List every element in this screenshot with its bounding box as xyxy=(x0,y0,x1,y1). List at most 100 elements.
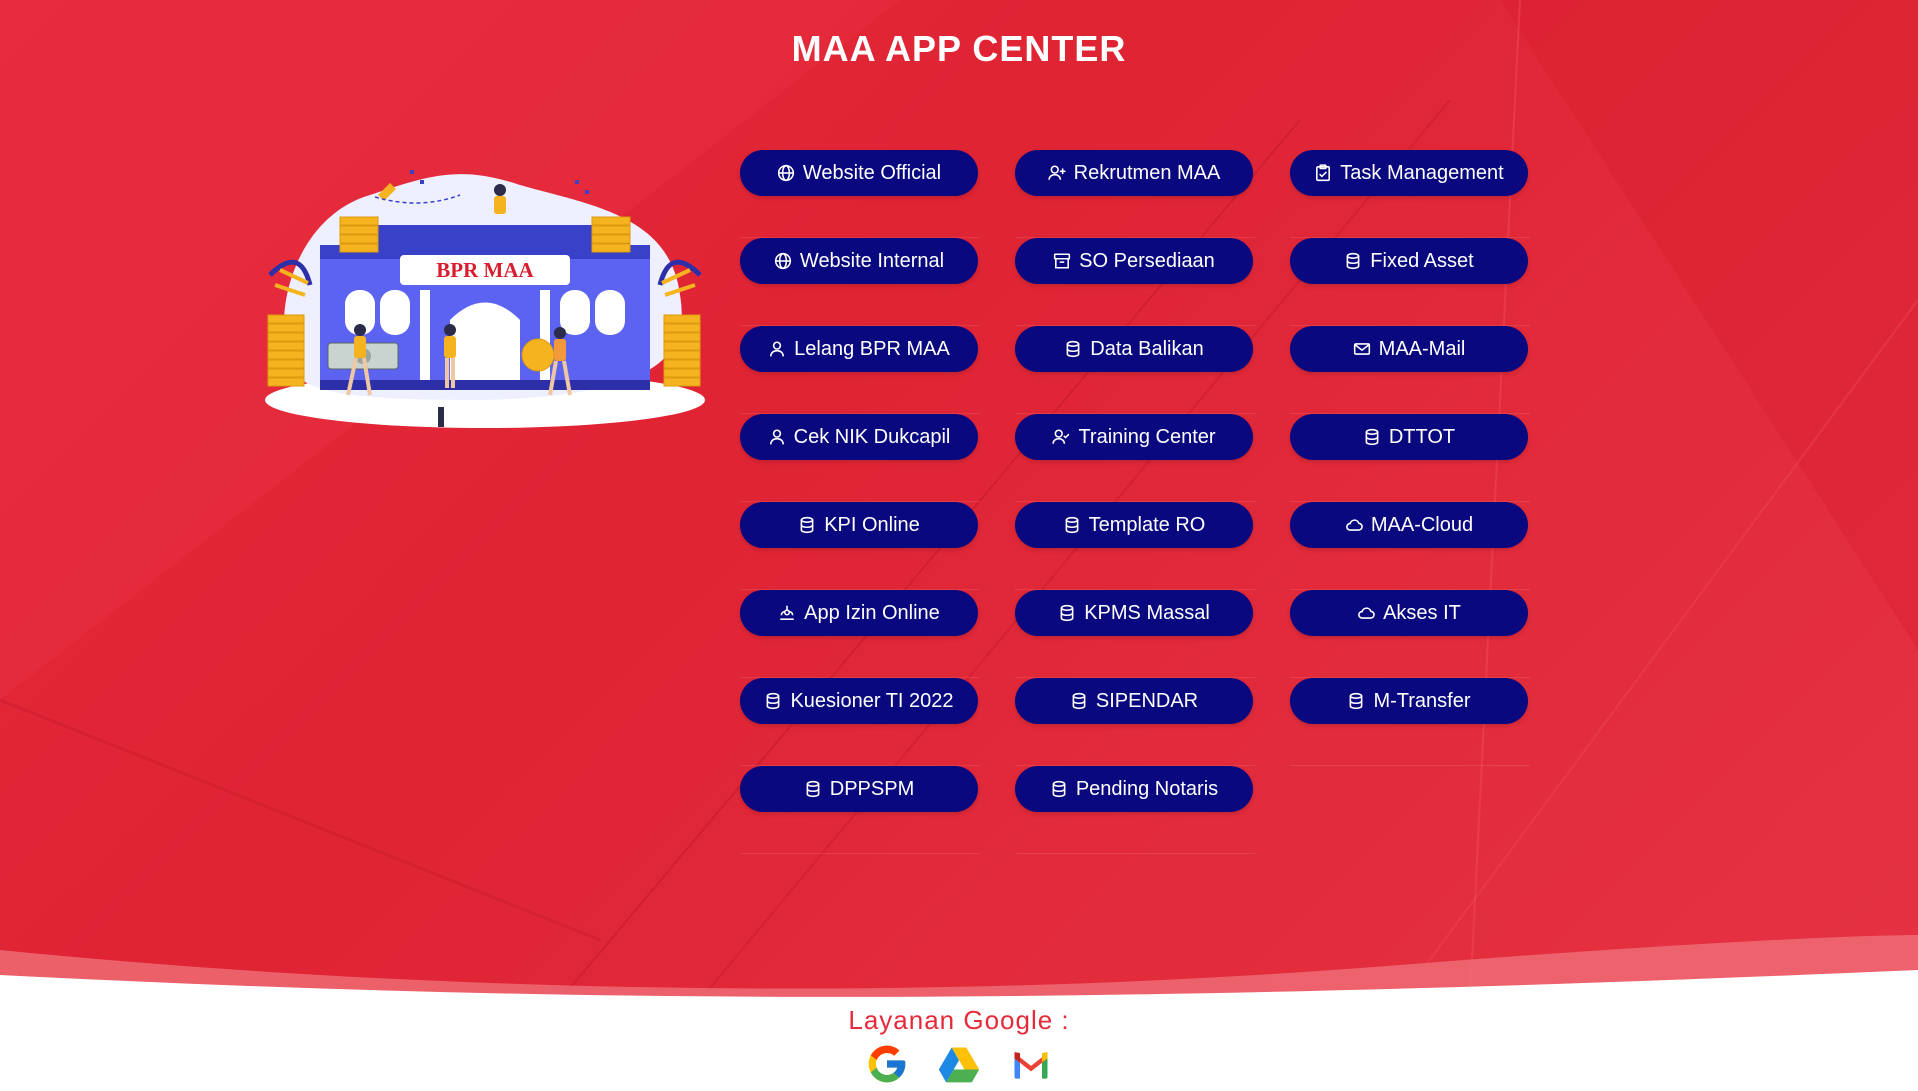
app-button-template-ro[interactable]: Template RO xyxy=(1015,502,1253,548)
fingerprint-icon xyxy=(778,604,796,622)
app-cell: Task Management xyxy=(1290,150,1530,238)
database-icon xyxy=(798,516,816,534)
database-icon xyxy=(1058,604,1076,622)
archive-icon xyxy=(1053,252,1071,270)
app-button-akses-it[interactable]: Akses IT xyxy=(1290,590,1528,636)
app-button-task-management[interactable]: Task Management xyxy=(1290,150,1528,196)
app-button-label: DPPSPM xyxy=(829,777,915,800)
app-button-lelang-bpr-maa[interactable]: Lelang BPR MAA xyxy=(740,326,978,372)
google-drive-icon[interactable] xyxy=(937,1042,981,1086)
bank-illustration: BPR MAA xyxy=(260,155,710,435)
app-cell: Data Balikan xyxy=(1015,326,1255,414)
database-icon xyxy=(1363,428,1381,446)
app-cell: DTTOT xyxy=(1290,414,1530,502)
google-icon[interactable] xyxy=(865,1042,909,1086)
gmail-icon[interactable] xyxy=(1009,1042,1053,1086)
app-button-label: Template RO xyxy=(1088,513,1206,536)
app-button-kuesioner-ti-2022[interactable]: Kuesioner TI 2022 xyxy=(740,678,978,724)
app-button-label: Task Management xyxy=(1340,161,1504,184)
app-button-label: MAA-Cloud xyxy=(1370,513,1474,536)
cloud-icon xyxy=(1357,604,1375,622)
app-cell: SO Persediaan xyxy=(1015,238,1255,326)
app-button-maa-cloud[interactable]: MAA-Cloud xyxy=(1290,502,1528,548)
app-grid: Website Official Rekrutmen MAA Task Manage… xyxy=(740,150,1530,854)
app-button-so-persediaan[interactable]: SO Persediaan xyxy=(1015,238,1253,284)
app-button-label: Kuesioner TI 2022 xyxy=(790,689,954,712)
app-button-label: SIPENDAR xyxy=(1095,689,1199,712)
app-button-m-transfer[interactable]: M-Transfer xyxy=(1290,678,1528,724)
app-button-label: Rekrutmen MAA xyxy=(1073,161,1221,184)
app-cell: Website Internal xyxy=(740,238,980,326)
mail-icon xyxy=(1353,340,1371,358)
app-button-rekrutmen-maa[interactable]: Rekrutmen MAA xyxy=(1015,150,1253,196)
app-cell: Fixed Asset xyxy=(1290,238,1530,326)
database-icon xyxy=(1064,340,1082,358)
database-icon xyxy=(1347,692,1365,710)
app-cell: SIPENDAR xyxy=(1015,678,1255,766)
app-button-label: MAA-Mail xyxy=(1378,337,1466,360)
app-cell: Template RO xyxy=(1015,502,1255,590)
app-button-label: Fixed Asset xyxy=(1370,249,1474,272)
app-button-sipendar[interactable]: SIPENDAR xyxy=(1015,678,1253,724)
app-button-label: Akses IT xyxy=(1383,601,1461,624)
app-button-kpms-massal[interactable]: KPMS Massal xyxy=(1015,590,1253,636)
app-button-training-center[interactable]: Training Center xyxy=(1015,414,1253,460)
page-title: MAA APP CENTER xyxy=(791,28,1127,69)
app-button-label: DTTOT xyxy=(1388,425,1456,448)
app-button-label: M-Transfer xyxy=(1373,689,1471,712)
app-button-label: Lelang BPR MAA xyxy=(794,337,950,360)
app-cell: Website Official xyxy=(740,150,980,238)
app-cell: MAA-Cloud xyxy=(1290,502,1530,590)
google-services-label: Layanan Google : xyxy=(848,1005,1070,1035)
app-button-dttot[interactable]: DTTOT xyxy=(1290,414,1528,460)
app-button-label: App Izin Online xyxy=(804,601,940,624)
app-cell: DPPSPM xyxy=(740,766,980,854)
app-cell: Cek NIK Dukcapil xyxy=(740,414,980,502)
database-icon xyxy=(764,692,782,710)
app-button-label: Pending Notaris xyxy=(1075,777,1219,800)
database-icon xyxy=(804,780,822,798)
user-icon xyxy=(768,340,786,358)
app-cell: Pending Notaris xyxy=(1015,766,1255,854)
cloud-icon xyxy=(1345,516,1363,534)
google-services xyxy=(0,1042,1918,1086)
app-button-label: Website Internal xyxy=(799,249,945,272)
app-cell: Rekrutmen MAA xyxy=(1015,150,1255,238)
app-button-label: KPMS Massal xyxy=(1084,601,1210,624)
app-button-cek-nik-dukcapil[interactable]: Cek NIK Dukcapil xyxy=(740,414,978,460)
app-button-data-balikan[interactable]: Data Balikan xyxy=(1015,326,1253,372)
app-button-fixed-asset[interactable]: Fixed Asset xyxy=(1290,238,1528,284)
user-plus-icon xyxy=(1047,164,1066,182)
app-cell: Lelang BPR MAA xyxy=(740,326,980,414)
app-button-label: Training Center xyxy=(1078,425,1216,448)
app-button-website-official[interactable]: Website Official xyxy=(740,150,978,196)
app-button-label: Website Official xyxy=(802,161,942,184)
app-button-app-izin-online[interactable]: App Izin Online xyxy=(740,590,978,636)
user-icon xyxy=(768,428,786,446)
app-button-maa-mail[interactable]: MAA-Mail xyxy=(1290,326,1528,372)
bank-sign-label: BPR MAA xyxy=(436,257,534,282)
app-button-dppspm[interactable]: DPPSPM xyxy=(740,766,978,812)
app-cell: Akses IT xyxy=(1290,590,1530,678)
globe-icon xyxy=(777,164,795,182)
database-icon xyxy=(1063,516,1081,534)
app-cell: App Izin Online xyxy=(740,590,980,678)
app-cell: KPI Online xyxy=(740,502,980,590)
app-button-kpi-online[interactable]: KPI Online xyxy=(740,502,978,548)
app-button-label: KPI Online xyxy=(824,513,920,536)
app-cell: Kuesioner TI 2022 xyxy=(740,678,980,766)
app-cell: MAA-Mail xyxy=(1290,326,1530,414)
app-button-website-internal[interactable]: Website Internal xyxy=(740,238,978,284)
app-cell: Training Center xyxy=(1015,414,1255,502)
app-button-label: SO Persediaan xyxy=(1079,249,1215,272)
app-button-label: Data Balikan xyxy=(1090,337,1204,360)
database-icon xyxy=(1070,692,1088,710)
app-cell: KPMS Massal xyxy=(1015,590,1255,678)
clipboard-check-icon xyxy=(1314,164,1332,182)
user-check-icon xyxy=(1052,428,1070,446)
globe-icon xyxy=(774,252,792,270)
app-button-label: Cek NIK Dukcapil xyxy=(793,425,951,448)
database-icon xyxy=(1050,780,1068,798)
database-icon xyxy=(1344,252,1362,270)
app-button-pending-notaris[interactable]: Pending Notaris xyxy=(1015,766,1253,812)
